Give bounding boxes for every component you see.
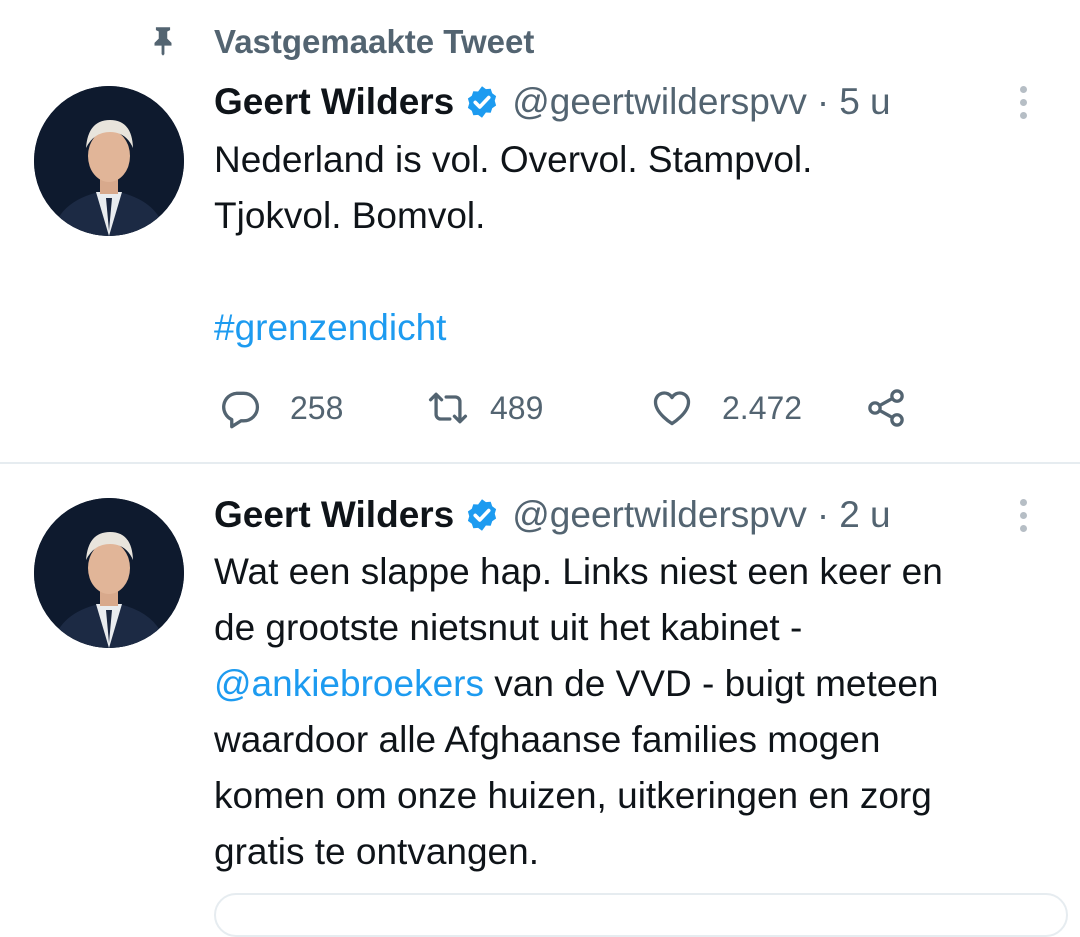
timestamp[interactable]: 2 u <box>839 492 890 538</box>
tweet-line: komen om onze huizen, uitkeringen en zor… <box>214 775 932 816</box>
pinned-indicator <box>146 22 180 62</box>
heart-icon <box>653 391 691 426</box>
reply-button[interactable]: 258 <box>218 383 343 433</box>
tweet-line <box>214 244 1064 300</box>
tweet-line: @ankiebroekers van de VVD - buigt meteen <box>214 656 1064 712</box>
tweet-header: Geert Wilders @geertwilderspvv · 5 u <box>214 79 891 125</box>
avatar[interactable] <box>34 86 184 236</box>
tweet-body: Nederland is vol. Overvol. Stampvol. Tjo… <box>214 132 1064 356</box>
tweet-line: Nederland is vol. Overvol. Stampvol. <box>214 139 813 180</box>
author-handle[interactable]: @geertwilderspvv <box>512 79 807 125</box>
verified-badge-icon <box>468 86 497 118</box>
tweet-line: de grootste nietsnut uit het kabinet - <box>214 607 803 648</box>
author-handle[interactable]: @geertwilderspvv <box>512 492 807 538</box>
avatar-image <box>34 86 184 236</box>
tweet-line-rest: van de VVD - buigt meteen <box>483 663 939 704</box>
avatar[interactable] <box>34 498 184 648</box>
retweet-icon <box>428 392 468 424</box>
tweet-line: Wat een slappe hap. Links niest een keer… <box>214 551 943 592</box>
like-count: 2.472 <box>722 389 803 426</box>
embedded-card[interactable] <box>214 893 1068 937</box>
tweet-body: Wat een slappe hap. Links niest een keer… <box>214 544 1064 880</box>
reply-icon <box>222 391 260 429</box>
share-button[interactable] <box>864 383 908 433</box>
more-options-icon[interactable] <box>1010 492 1036 538</box>
reply-count: 258 <box>290 389 344 426</box>
tweet-divider <box>0 462 1080 464</box>
author-name[interactable]: Geert Wilders <box>214 79 454 125</box>
timestamp[interactable]: 5 u <box>839 79 890 125</box>
retweet-count: 489 <box>490 389 544 426</box>
pin-icon <box>146 23 180 62</box>
tweet-actions: 258 489 2.472 <box>214 383 934 433</box>
share-icon <box>868 389 904 427</box>
separator-dot: · <box>816 81 830 122</box>
tweet-line: gratis te ontvangen. <box>214 831 539 872</box>
verified-badge-icon <box>468 499 497 531</box>
like-button[interactable]: 2.472 <box>650 383 802 433</box>
more-options-icon[interactable] <box>1010 79 1036 125</box>
hashtag-link[interactable]: #grenzendicht <box>214 300 1064 356</box>
pinned-label: Vastgemaakte Tweet <box>214 23 535 60</box>
avatar-image <box>34 498 184 648</box>
tweet-header: Geert Wilders @geertwilderspvv · 2 u <box>214 492 891 538</box>
tweet-line: waardoor alle Afghaanse families mogen <box>214 719 881 760</box>
retweet-button[interactable]: 489 <box>426 383 543 433</box>
mention-link[interactable]: @ankiebroekers <box>214 663 484 704</box>
separator-dot: · <box>816 494 830 535</box>
tweet-line: Tjokvol. Bomvol. <box>214 195 486 236</box>
author-name[interactable]: Geert Wilders <box>214 492 454 538</box>
